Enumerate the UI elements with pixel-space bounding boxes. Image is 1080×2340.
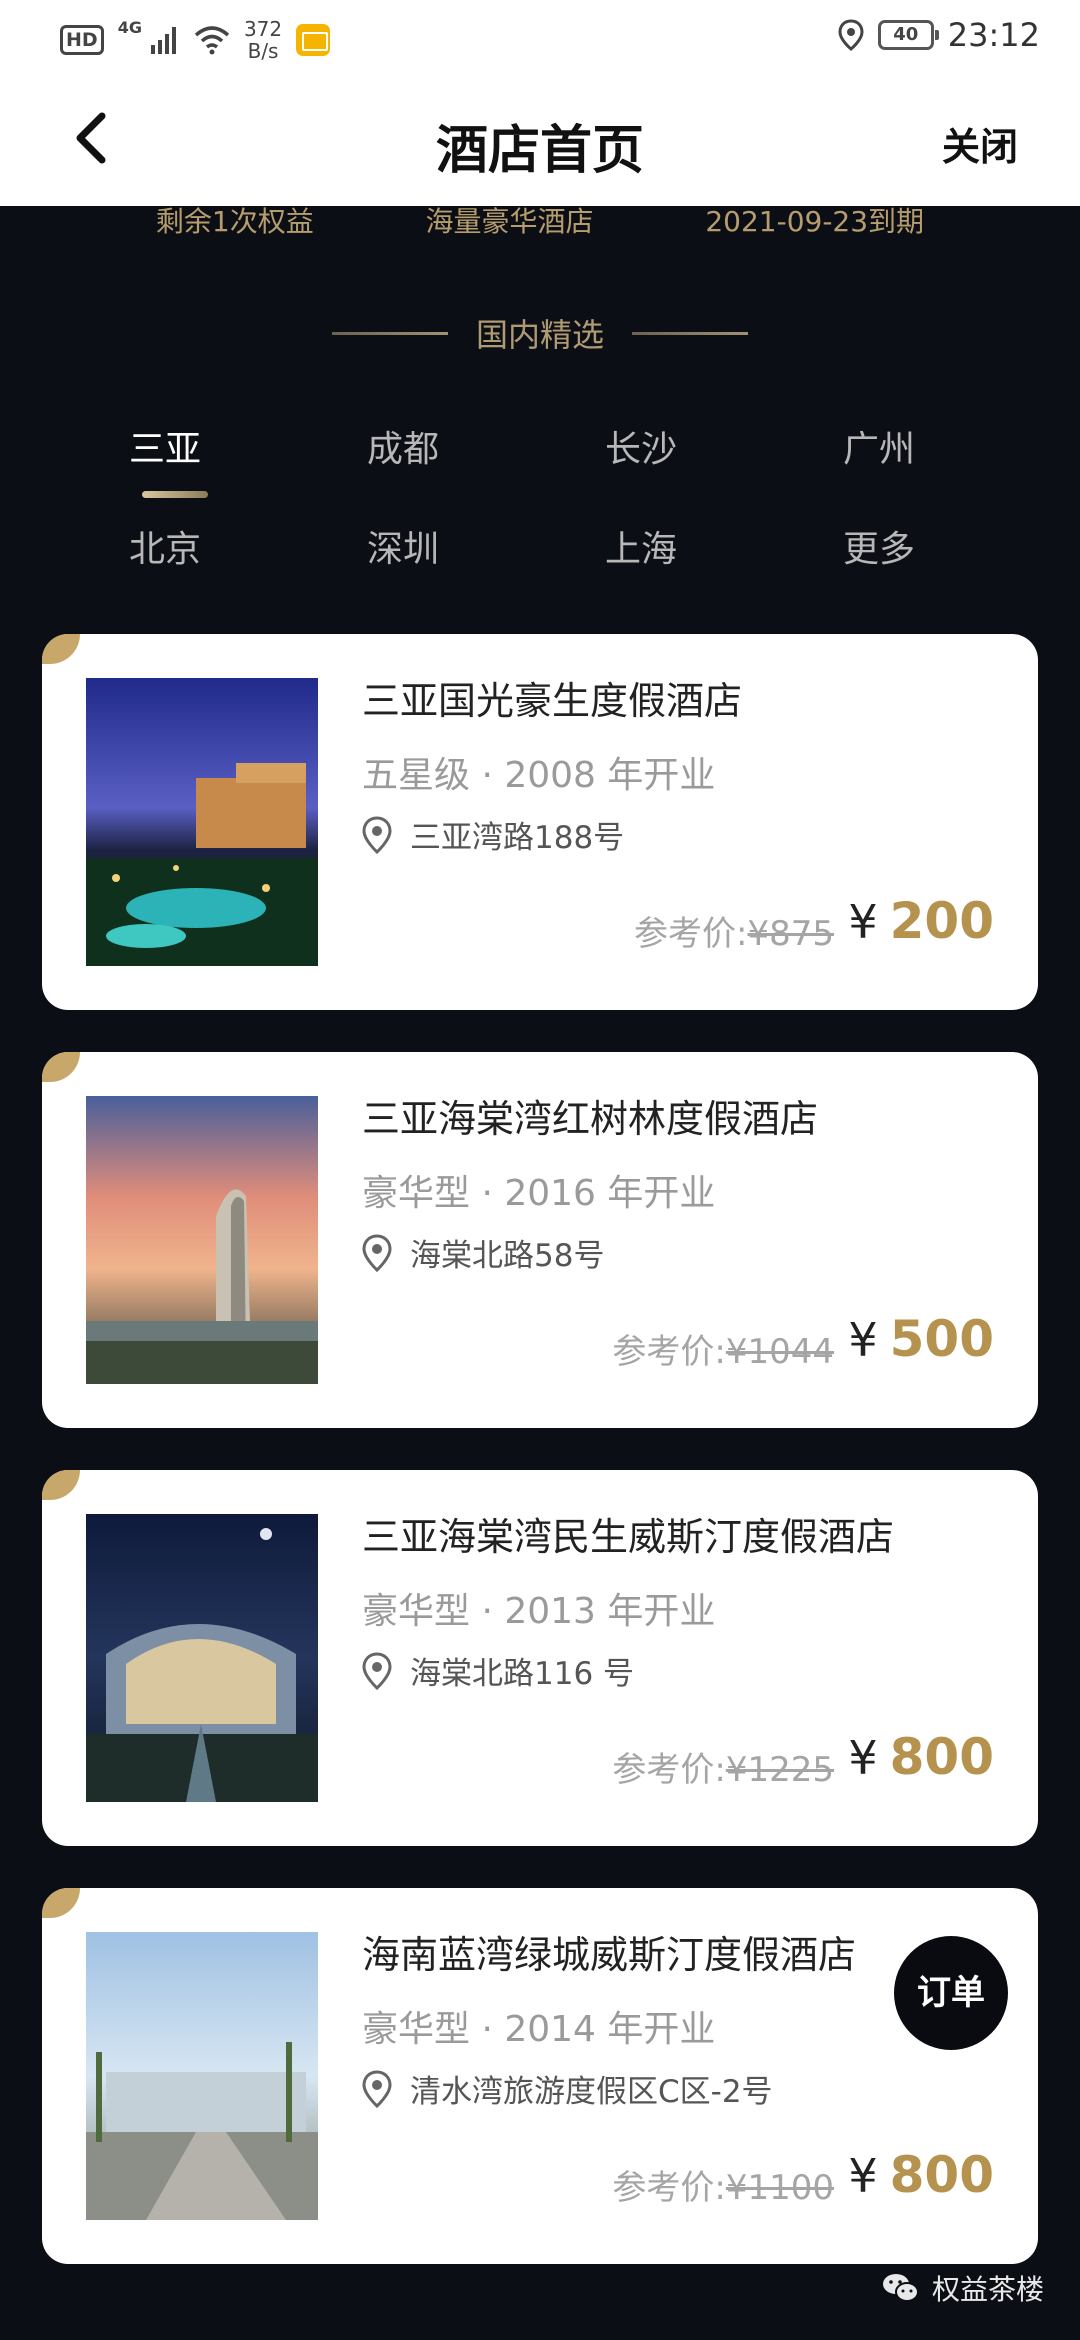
signal-icon bbox=[150, 27, 176, 54]
status-left: HD 4G 372 B/s bbox=[60, 17, 331, 63]
benefit-category: 海量豪华酒店 bbox=[425, 205, 594, 238]
city-tab-row: 北京 深圳 上海 更多 bbox=[0, 520, 1080, 572]
hotel-meta: 豪华型 · 2014 年开业 bbox=[362, 2009, 716, 2050]
watermark-text: 权益茶楼 bbox=[931, 2273, 1044, 2306]
original-price: ¥1100 bbox=[725, 2168, 834, 2208]
expiry-date: 2021-09-23到期 bbox=[705, 205, 925, 238]
hotel-meta: 豪华型 · 2016 年开业 bbox=[362, 1173, 716, 1214]
price: ¥800 bbox=[848, 1728, 994, 1786]
network-speed: 372 B/s bbox=[243, 17, 283, 63]
hotel-image bbox=[86, 1096, 318, 1384]
location-pin-icon bbox=[362, 1651, 392, 1690]
city-tab-sanya[interactable]: 三亚 bbox=[46, 420, 284, 498]
price: ¥800 bbox=[848, 2146, 994, 2204]
hotel-meta: 豪华型 · 2013 年开业 bbox=[362, 1591, 716, 1632]
battery-icon: 40 bbox=[877, 20, 939, 50]
price: ¥500 bbox=[848, 1310, 994, 1368]
reference-price: 参考价:¥1044 bbox=[612, 1332, 834, 1372]
city-tab-chengdu[interactable]: 成都 bbox=[284, 420, 522, 472]
currency-symbol: ¥ bbox=[848, 2149, 878, 2203]
location-pin-icon bbox=[362, 815, 392, 854]
address-text: 海棠北路116 号 bbox=[410, 1656, 635, 1692]
clock: 23:12 bbox=[947, 16, 1040, 54]
section-header: 国内精选 bbox=[0, 310, 1080, 356]
status-bar: HD 4G 372 B/s 40 23:12 bbox=[0, 0, 1080, 78]
close-button[interactable]: 关闭 bbox=[942, 116, 1018, 171]
hd-badge: HD bbox=[60, 25, 104, 55]
city-tab-more[interactable]: 更多 bbox=[760, 520, 998, 572]
divider bbox=[632, 331, 748, 335]
location-icon bbox=[838, 19, 864, 51]
benefit-info: 剩余1次权益 海量豪华酒店 2021-09-23到期 bbox=[0, 200, 1080, 244]
hotel-card[interactable]: 海南蓝湾绿城威斯汀度假酒店 豪华型 · 2014 年开业 清水湾旅游度假区C区-… bbox=[42, 1888, 1038, 2264]
city-tab-beijing[interactable]: 北京 bbox=[46, 520, 284, 572]
city-tab-shanghai[interactable]: 上海 bbox=[522, 520, 760, 572]
original-price: ¥875 bbox=[747, 914, 834, 954]
city-tab-shenzhen[interactable]: 深圳 bbox=[284, 520, 522, 572]
price: ¥200 bbox=[848, 892, 994, 950]
city-tab-row: 三亚 成都 长沙 广州 bbox=[0, 420, 1080, 498]
divider bbox=[331, 331, 448, 335]
nav-bar: 酒店首页 关闭 bbox=[0, 78, 1080, 206]
status-right: 40 23:12 bbox=[838, 16, 1040, 54]
card-corner-badge bbox=[42, 1888, 80, 1918]
city-tab-guangzhou[interactable]: 广州 bbox=[760, 420, 998, 472]
network-type: 4G bbox=[117, 18, 142, 37]
hotel-name: 三亚海棠湾民生威斯汀度假酒店 bbox=[362, 1515, 895, 1559]
price-value: 500 bbox=[889, 1310, 994, 1368]
order-button[interactable]: 订单 bbox=[894, 1936, 1008, 2050]
hotel-image bbox=[86, 1514, 318, 1802]
hotel-name: 三亚国光豪生度假酒店 bbox=[362, 679, 743, 723]
section-title: 国内精选 bbox=[475, 316, 604, 354]
currency-symbol: ¥ bbox=[848, 1731, 878, 1785]
currency-symbol: ¥ bbox=[848, 1313, 878, 1367]
wechat-icon bbox=[882, 2274, 919, 2302]
hotel-card[interactable]: 三亚国光豪生度假酒店 五星级 · 2008 年开业 三亚湾路188号 参考价:¥… bbox=[42, 634, 1038, 1010]
city-tab-changsha[interactable]: 长沙 bbox=[522, 420, 760, 472]
address-text: 海棠北路58号 bbox=[410, 1238, 605, 1274]
reference-price: 参考价:¥875 bbox=[634, 914, 834, 954]
hotel-meta: 五星级 · 2008 年开业 bbox=[362, 755, 716, 796]
original-price: ¥1225 bbox=[725, 1750, 834, 1790]
card-corner-badge bbox=[42, 1470, 80, 1500]
address-text: 三亚湾路188号 bbox=[410, 820, 625, 856]
address-text: 清水湾旅游度假区C区-2号 bbox=[410, 2074, 773, 2110]
location-pin-icon bbox=[362, 1233, 392, 1272]
city-tabs: 三亚 成都 长沙 广州 北京 深圳 上海 更多 bbox=[0, 420, 1080, 620]
hotel-address: 清水湾旅游度假区C区-2号 bbox=[362, 2066, 773, 2111]
reference-price: 参考价:¥1100 bbox=[612, 2168, 834, 2208]
price-value: 800 bbox=[889, 1728, 994, 1786]
original-price: ¥1044 bbox=[725, 1332, 834, 1372]
hotel-address: 三亚湾路188号 bbox=[362, 812, 624, 857]
price-value: 200 bbox=[889, 892, 994, 950]
remaining-benefits: 剩余1次权益 bbox=[155, 205, 314, 238]
page-title: 酒店首页 bbox=[435, 121, 644, 181]
reference-price: 参考价:¥1225 bbox=[612, 1750, 834, 1790]
price-value: 800 bbox=[889, 2146, 994, 2204]
hotel-name: 三亚海棠湾红树林度假酒店 bbox=[362, 1097, 819, 1141]
hotel-image bbox=[86, 1932, 318, 2220]
wifi-icon bbox=[194, 26, 230, 55]
mail-notification-icon bbox=[296, 24, 331, 56]
hotel-image bbox=[86, 678, 318, 966]
watermark: 权益茶楼 bbox=[882, 2268, 1044, 2308]
card-corner-badge bbox=[42, 634, 80, 664]
card-corner-badge bbox=[42, 1052, 80, 1082]
hotel-card[interactable]: 三亚海棠湾红树林度假酒店 豪华型 · 2016 年开业 海棠北路58号 参考价:… bbox=[42, 1052, 1038, 1428]
location-pin-icon bbox=[362, 2069, 392, 2108]
hotel-address: 海棠北路58号 bbox=[362, 1230, 604, 1275]
hotel-card[interactable]: 三亚海棠湾民生威斯汀度假酒店 豪华型 · 2013 年开业 海棠北路116 号 … bbox=[42, 1470, 1038, 1846]
currency-symbol: ¥ bbox=[848, 895, 878, 949]
hotel-address: 海棠北路116 号 bbox=[362, 1648, 634, 1693]
hotel-name: 海南蓝湾绿城威斯汀度假酒店 bbox=[362, 1933, 857, 1977]
